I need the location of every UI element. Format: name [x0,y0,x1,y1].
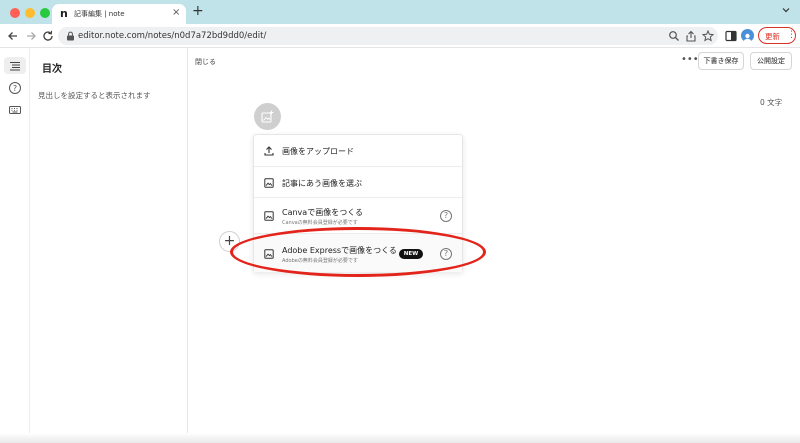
person-icon [743,33,752,42]
back-arrow-icon[interactable] [6,29,20,43]
profile-avatar[interactable] [741,29,754,42]
menu-item-choose-matching-image[interactable]: 記事にあう画像を選ぶ [254,167,462,198]
toc-empty-message: 見出しを設定すると表示されます [38,91,151,100]
upload-icon [264,146,274,156]
image-icon [264,178,274,188]
close-editor-link[interactable]: 閉じる [195,57,216,67]
menu-item-upload-image[interactable]: 画像をアップロード [254,135,462,167]
window-bottom-edge [0,433,800,443]
character-count: 0 文字 [760,98,783,107]
insert-block-button[interactable]: + [219,231,240,252]
menu-item-sublabel: Canvaの無料会員登録が必要です [282,220,358,226]
svg-text:?: ? [13,84,17,93]
image-icon [264,249,274,259]
browser-tab-strip: n 記事編集 | note × + [0,0,800,24]
forward-arrow-icon[interactable] [24,29,38,43]
tab-close-icon[interactable]: × [172,7,180,18]
menu-item-label: Canvaで画像をつくる [282,208,364,217]
menu-item-label: Adobe Expressで画像をつくる [282,246,397,255]
tab-title: 記事編集 | note [74,10,125,18]
image-source-menu: 画像をアップロード 記事にあう画像を選ぶ Canvaで画像をつくる Canvaの… [253,134,463,272]
update-label: 更新 [765,32,780,41]
zoom-search-icon[interactable] [668,30,680,42]
browser-toolbar: editor.note.com/notes/n0d7a72bd9dd0/edit… [0,24,800,48]
note-favicon-icon: n [60,7,68,20]
toc-title: 目次 [42,64,62,75]
menu-item-sublabel: Adobeの無料会員登録が必要です [282,258,358,264]
keyboard-icon[interactable] [8,103,22,117]
adobe-help-icon[interactable]: ? [440,248,452,260]
menu-item-label: 画像をアップロード [282,147,354,156]
window-minimize-button[interactable] [25,8,35,18]
browser-tab[interactable]: n 記事編集 | note × [52,4,186,24]
help-circle-icon[interactable]: ? [8,81,22,95]
share-icon[interactable] [685,30,697,42]
kebab-menu-icon[interactable]: ⋮ [787,29,796,41]
lock-icon [67,31,74,41]
canva-help-icon[interactable]: ? [440,210,452,222]
add-image-icon [261,110,274,123]
editor-left-rail: ? [0,48,30,443]
toc-panel: 目次 見出しを設定すると表示されます [30,48,188,443]
reload-icon[interactable] [41,29,55,43]
menu-item-label: 記事にあう画像を選ぶ [282,179,362,188]
more-options-icon[interactable]: ••• [681,54,699,65]
tab-list-chevron-icon[interactable] [782,6,790,14]
add-header-image-button[interactable] [254,103,281,130]
window-zoom-button[interactable] [40,8,50,18]
new-tab-icon[interactable]: + [192,3,204,19]
publish-settings-button[interactable]: 公開設定 [750,52,792,70]
menu-item-adobe-express[interactable]: Adobe Expressで画像をつくる Adobeの無料会員登録が必要です N… [254,234,462,272]
side-panel-icon[interactable] [724,29,738,43]
new-badge: NEW [399,249,423,259]
window-close-button[interactable] [10,8,20,18]
bookmark-star-icon[interactable] [702,30,714,42]
toc-list-icon[interactable] [8,59,22,73]
address-bar[interactable]: editor.note.com/notes/n0d7a72bd9dd0/edit… [58,27,718,45]
browser-update-button[interactable]: 更新 ⋮ [758,27,796,44]
menu-item-canva[interactable]: Canvaで画像をつくる Canvaの無料会員登録が必要です ? [254,198,462,234]
url-text: editor.note.com/notes/n0d7a72bd9dd0/edit… [78,31,267,41]
image-icon [264,211,274,221]
save-draft-button[interactable]: 下書き保存 [698,52,744,70]
